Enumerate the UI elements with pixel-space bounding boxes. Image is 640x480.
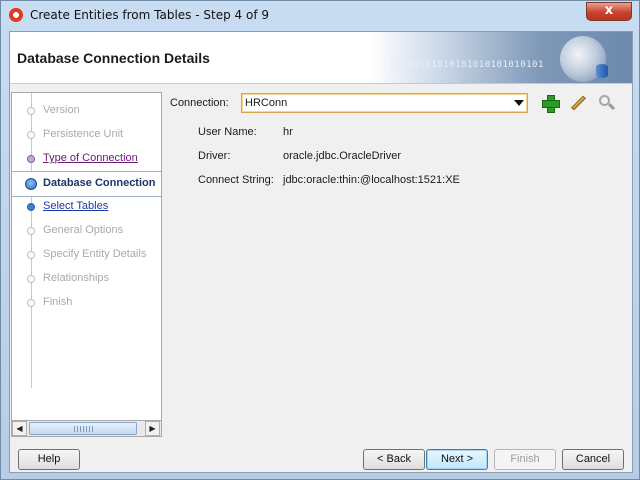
step-finish: Finish [12, 291, 161, 315]
wizard-header: Database Connection Details 010101010101… [10, 32, 632, 84]
step-label: Type of Connection [43, 152, 138, 164]
step-node-icon [27, 203, 35, 211]
step-node-icon [27, 227, 35, 235]
step-select-tables[interactable]: Select Tables [12, 195, 161, 219]
dialog-client-area: Database Connection Details 010101010101… [9, 31, 633, 473]
step-label: Select Tables [43, 200, 109, 212]
driver-value: oracle.jdbc.OracleDriver [283, 150, 401, 162]
header-banner-image: 01010101010101010101010101 [370, 32, 632, 83]
step-label: Finish [43, 296, 73, 308]
step-general-options: General Options [12, 219, 161, 243]
pencil-icon [571, 95, 586, 111]
help-button[interactable]: Help [18, 449, 80, 470]
oracle-app-icon [9, 8, 23, 22]
chevron-down-icon[interactable] [513, 97, 525, 109]
step-node-icon [27, 275, 35, 283]
dialog-window: Create Entities from Tables - Step 4 of … [0, 0, 640, 480]
binary-decoration: 01010101010101010101010101 [390, 60, 544, 70]
window-title: Create Entities from Tables - Step 4 of … [30, 8, 269, 22]
step-node-icon [27, 107, 35, 115]
connection-selected-value: HRConn [245, 97, 288, 109]
edit-connection-icon[interactable] [568, 94, 586, 112]
user-name-label: User Name: [198, 126, 257, 138]
step-label: Relationships [43, 272, 110, 284]
step-label: Version [43, 104, 80, 116]
grip-icon [74, 426, 94, 432]
step-label: General Options [43, 224, 124, 236]
scroll-right-arrow-icon[interactable]: ▶ [145, 421, 160, 436]
connect-string-label: Connect String: [198, 174, 274, 186]
connection-dropdown[interactable]: HRConn [241, 93, 528, 113]
step-persistence-unit: Persistence Unit [12, 123, 161, 147]
close-button[interactable]: x [586, 2, 632, 21]
step-label: Specify Entity Details [43, 248, 147, 260]
add-connection-icon[interactable] [541, 94, 560, 113]
next-button[interactable]: Next > [426, 449, 488, 470]
cancel-button[interactable]: Cancel [562, 449, 624, 470]
title-bar[interactable]: Create Entities from Tables - Step 4 of … [1, 1, 639, 29]
current-step-icon [25, 178, 37, 190]
magnifier-handle [607, 102, 616, 111]
step-node-icon [27, 155, 35, 163]
step-node-icon [27, 299, 35, 307]
wizard-steps-panel: Version Persistence Unit Type of Connect… [11, 92, 162, 437]
scrollbar-thumb[interactable] [29, 422, 137, 435]
step-node-icon [27, 131, 35, 139]
database-icon [596, 64, 608, 78]
step-specify-entity-details: Specify Entity Details [12, 243, 161, 267]
step-node-icon [27, 251, 35, 259]
step-relationships: Relationships [12, 267, 161, 291]
browse-connection-icon[interactable] [597, 94, 616, 112]
step-label: Persistence Unit [43, 128, 124, 140]
back-button[interactable]: < Back [363, 449, 425, 470]
step-version: Version [12, 99, 161, 123]
step-type-of-connection[interactable]: Type of Connection [12, 147, 161, 171]
driver-label: Driver: [198, 150, 231, 162]
scroll-left-arrow-icon[interactable]: ◀ [12, 421, 27, 436]
page-title: Database Connection Details [17, 50, 210, 66]
finish-button[interactable]: Finish [494, 449, 556, 470]
steps-horizontal-scrollbar[interactable]: ◀ ▶ [11, 420, 162, 437]
step-label: Database Connection [43, 177, 156, 189]
user-name-value: hr [283, 126, 293, 138]
step-database-connection: Database Connection [12, 172, 161, 196]
connection-label: Connection: [170, 97, 229, 109]
connect-string-value: jdbc:oracle:thin:@localhost:1521:XE [283, 174, 460, 186]
